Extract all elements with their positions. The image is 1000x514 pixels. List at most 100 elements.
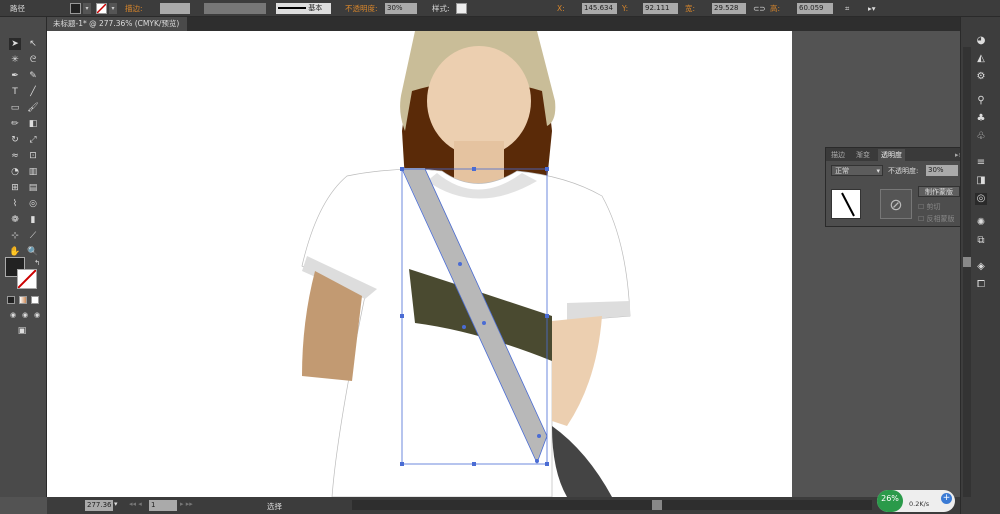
network-widget[interactable]: 26% 0.2K/s +	[877, 490, 955, 512]
line-tool-icon[interactable]: ╱	[27, 86, 39, 98]
width-input[interactable]: 29.528 mm	[712, 3, 746, 23]
appearance-icon[interactable]: ✺	[975, 217, 987, 229]
fill-swatch[interactable]	[70, 3, 81, 14]
draw-normal-icon[interactable]: ◉	[7, 309, 19, 321]
prev-artboard-icon[interactable]: ◂◂ ◂	[129, 500, 142, 508]
stroke-panel-icon[interactable]: ≡	[975, 157, 987, 169]
transparency-panel: 描边 渐变 透明度 ▸≡ 正常▾ 不透明度: 30% ▸ ⊘ 制作蒙版 ☐ 剪切…	[825, 147, 971, 227]
none-mode-icon[interactable]	[31, 296, 39, 304]
horizontal-scrollbar[interactable]	[352, 500, 872, 510]
width-label: 宽:	[685, 4, 696, 13]
color-panel-icon[interactable]: ◕	[975, 35, 987, 47]
canvas-area[interactable]	[47, 31, 960, 497]
brush-tool-icon[interactable]: 🖌	[27, 102, 39, 114]
type-tool-icon[interactable]: T	[9, 86, 21, 98]
warp-tool-icon[interactable]: ≈	[9, 150, 21, 162]
draw-inside-icon[interactable]: ◉	[31, 309, 43, 321]
symbol-sprayer-icon[interactable]: ▥	[27, 166, 39, 178]
transform-icon[interactable]: ⌗	[845, 3, 849, 14]
rotate-tool-icon[interactable]: ↻	[9, 134, 21, 146]
next-artboard-icon[interactable]: ▸ ▸▸	[180, 500, 193, 508]
link-proportions-icon[interactable]: ⊂⊃	[753, 3, 766, 14]
pencil-tool-icon[interactable]: ✏	[9, 118, 21, 130]
tools-panel: ➤ ↖ ✳ ᘓ ✒ ✎ T ╱ ▭ 🖌 ✏ ◧ ↻ ⤢ ≈ ⊡ ◔ ▥ ⊞ ▤ ⌇ ◎ ❁ ▮ ⊹ ⟋ ✋…	[0, 17, 47, 497]
stroke-swatch[interactable]	[96, 3, 107, 14]
variable-width-profile[interactable]	[204, 3, 266, 14]
zoom-input[interactable]: 277.36	[85, 500, 113, 511]
isolate-icon[interactable]: ▸▾	[868, 3, 876, 14]
artboard-input[interactable]: 1	[149, 500, 177, 511]
graphic-styles-icon[interactable]: ♧	[975, 131, 987, 143]
screen-mode-icon[interactable]: ▣	[16, 325, 28, 337]
color-mode-icon[interactable]	[7, 296, 15, 304]
tab-gradient[interactable]: 渐变	[853, 149, 873, 161]
opacity-input[interactable]: 30%	[926, 165, 958, 176]
tab-stroke[interactable]: 描边	[828, 149, 848, 161]
scale-tool-icon[interactable]: ⤢	[27, 134, 39, 146]
stroke-dropdown[interactable]: ▾	[109, 3, 117, 14]
artboard-tool-icon[interactable]: ⊹	[9, 230, 21, 242]
align-icon[interactable]: ⧉	[975, 235, 987, 247]
brushes-icon[interactable]: ⚲	[975, 95, 987, 107]
blend-tool-icon[interactable]: ◎	[27, 198, 39, 210]
invert-mask-checkbox[interactable]: ☐ 反相蒙版	[918, 214, 955, 224]
swap-colors-icon[interactable]: ↰	[31, 257, 43, 269]
eyedropper-icon[interactable]: ⌇	[9, 198, 21, 210]
lasso-icon[interactable]: ᘓ	[27, 54, 39, 66]
network-percent: 26%	[877, 490, 903, 512]
eraser-tool-icon[interactable]: ◧	[27, 118, 39, 130]
x-input[interactable]: 145.634 m	[582, 3, 617, 23]
artboards-icon[interactable]: ⧠	[975, 279, 987, 291]
document-tab[interactable]: 未标题-1* @ 277.36% (CMYK/预览) ×	[47, 17, 187, 42]
rectangle-tool-icon[interactable]: ▭	[9, 102, 21, 114]
color-guide-icon[interactable]: ◭	[975, 53, 987, 65]
vertical-scrollbar[interactable]	[963, 47, 971, 497]
slice-tool-icon[interactable]: ⟋	[27, 230, 39, 242]
clip-checkbox[interactable]: ☐ 剪切	[918, 202, 941, 212]
free-transform-icon[interactable]: ⊡	[27, 150, 39, 162]
zoom-dropdown[interactable]: ▾	[114, 500, 118, 508]
object-type-label: 路径	[10, 4, 25, 13]
gradient-mode-icon[interactable]	[19, 296, 27, 304]
brush-definition[interactable]: 基本	[276, 3, 331, 14]
y-input[interactable]: 92.111 mm	[643, 3, 678, 23]
swatches-icon[interactable]: ⚙	[975, 71, 987, 83]
tab-transparency[interactable]: 透明度	[878, 149, 905, 161]
stroke-weight-input[interactable]	[160, 3, 190, 14]
add-icon[interactable]: +	[941, 493, 952, 504]
object-thumbnail[interactable]	[831, 189, 861, 219]
opacity-label: 不透明度:	[345, 4, 378, 13]
symbols-icon[interactable]: ♣	[975, 113, 987, 125]
graphic-style-swatch[interactable]	[456, 3, 467, 14]
make-mask-button[interactable]: 制作蒙版	[918, 186, 960, 197]
graph-tool-icon[interactable]: ▮	[27, 214, 39, 226]
mesh-tool-icon[interactable]: ⊞	[9, 182, 21, 194]
height-input[interactable]: 60.059 mm	[797, 3, 833, 23]
curvature-icon[interactable]: ✎	[27, 70, 39, 82]
draw-behind-icon[interactable]: ◉	[19, 309, 31, 321]
right-arm	[552, 316, 602, 426]
stroke-color-box[interactable]	[17, 269, 37, 289]
magic-wand-icon[interactable]: ✳	[9, 54, 21, 66]
illustration	[301, 31, 631, 497]
artboard[interactable]	[47, 31, 792, 497]
gradient-panel-icon[interactable]: ◨	[975, 175, 987, 187]
opacity-input[interactable]: 30%	[385, 3, 417, 14]
stroke-label: 描边:	[125, 4, 143, 13]
pen-tool-icon[interactable]: ✒	[9, 70, 21, 82]
layers-icon[interactable]: ◈	[975, 261, 987, 273]
style-label: 样式:	[432, 4, 450, 13]
height-label: 高:	[770, 4, 781, 13]
document-tab-bar: 未标题-1* @ 277.36% (CMYK/预览) ×	[47, 17, 960, 42]
panel-header: 描边 渐变 透明度 ▸≡	[826, 148, 970, 161]
gradient-tool-icon[interactable]: ▤	[27, 182, 39, 194]
shape-builder-icon[interactable]: ◔	[9, 166, 21, 178]
fill-dropdown[interactable]: ▾	[83, 3, 91, 14]
symbol-tool-icon[interactable]: ❁	[9, 214, 21, 226]
transparency-panel-icon[interactable]: ◎	[975, 193, 987, 205]
blend-mode-select[interactable]: 正常 ▾	[831, 165, 883, 176]
selection-tool-icon[interactable]: ➤	[9, 38, 21, 50]
no-mask-icon[interactable]: ⊘	[880, 189, 912, 219]
y-label: Y:	[622, 4, 629, 13]
direct-selection-tool-icon[interactable]: ↖	[27, 38, 39, 50]
